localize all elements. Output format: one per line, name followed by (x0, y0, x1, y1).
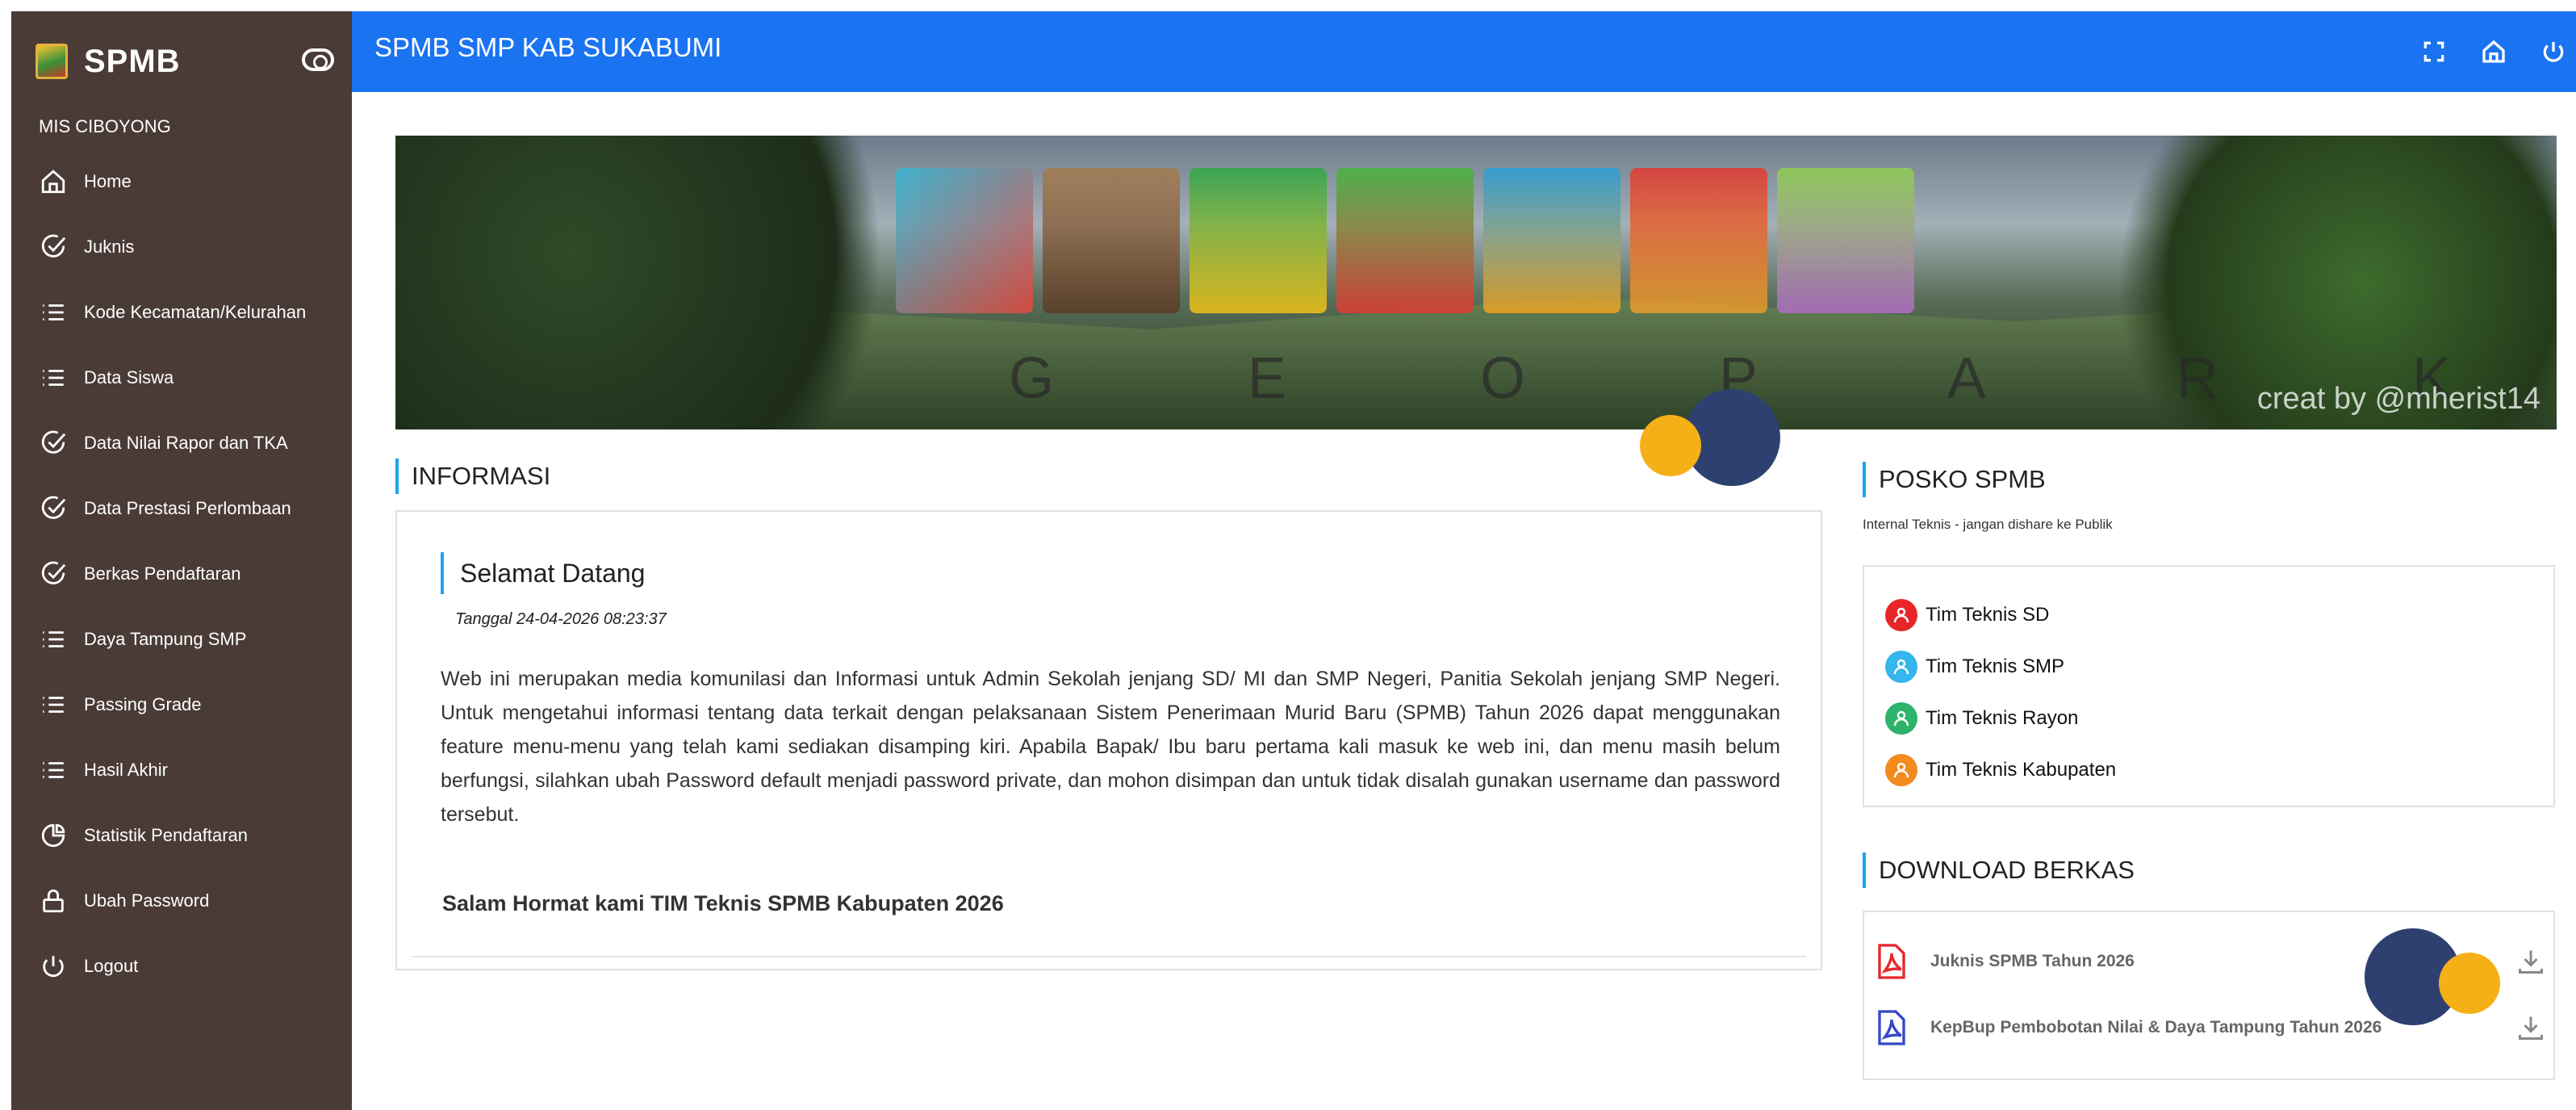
sidebar-item-label: Data Nilai Rapor dan TKA (84, 432, 288, 453)
list-icon (39, 756, 68, 785)
user-icon (1885, 702, 1917, 735)
sidebar-item-label: Ubah Password (84, 890, 210, 911)
ciletuh-logo-letters (896, 168, 1914, 313)
sidebar-item-ubah-password[interactable]: Ubah Password (11, 868, 352, 933)
home-icon[interactable] (2479, 37, 2508, 66)
sidebar-item-label: Hasil Akhir (84, 759, 168, 780)
pdf-file-icon (1876, 1010, 1908, 1045)
download-icon[interactable] (2516, 1013, 2545, 1042)
sidebar-item-label: Kode Kecamatan/Kelurahan (84, 301, 307, 322)
page-title: SPMB SMP KAB SUKABUMI (374, 32, 722, 62)
sidebar-item-label: Passing Grade (84, 693, 202, 714)
posko-subtitle: Internal Teknis - jangan dishare ke Publ… (1863, 517, 2113, 532)
sidebar-item-label: Berkas Pendaftaran (84, 563, 241, 584)
team-item-smp[interactable]: Tim Teknis SMP (1885, 641, 2116, 693)
user-icon (1885, 651, 1917, 683)
card-signature: Salam Hormat kami TIM Teknis SPMB Kabupa… (442, 891, 1004, 915)
sidebar-item-logout[interactable]: Logout (11, 933, 352, 999)
team-item-sd[interactable]: Tim Teknis SD (1885, 589, 2116, 641)
user-icon (1885, 754, 1917, 786)
sidebar-item-label: Data Prestasi Perlombaan (84, 497, 291, 518)
divider (412, 956, 1806, 957)
sidebar-item-daya-tampung[interactable]: Daya Tampung SMP (11, 606, 352, 672)
informasi-heading: INFORMASI (395, 459, 550, 494)
topbar-actions (2419, 37, 2568, 66)
sidebar-item-data-prestasi[interactable]: Data Prestasi Perlombaan (11, 475, 352, 541)
download-label: Juknis SPMB Tahun 2026 (1930, 952, 2135, 970)
list-icon (39, 690, 68, 719)
fullscreen-icon[interactable] (2419, 37, 2448, 66)
download-heading: DOWNLOAD BERKAS (1863, 852, 2135, 888)
brand: SPMB (36, 32, 334, 90)
school-name: MIS CIBOYONG (39, 116, 171, 136)
pie-chart-icon (39, 821, 68, 850)
check-circle-icon (39, 232, 68, 262)
decorative-yellow-circle (2439, 953, 2500, 1014)
sidebar-item-label: Juknis (84, 236, 135, 257)
team-label: Tim Teknis SMP (1926, 656, 2065, 677)
sidebar-item-label: Home (84, 170, 132, 191)
sidebar-item-label: Logout (84, 955, 139, 976)
info-card: Selamat Datang Tanggal 24-04-2026 08:23:… (395, 510, 1822, 970)
sidebar-item-home[interactable]: Home (11, 149, 352, 214)
sidebar-item-hasil-akhir[interactable]: Hasil Akhir (11, 737, 352, 802)
decorative-yellow-circle (1640, 415, 1701, 476)
sidebar-item-label: Daya Tampung SMP (84, 628, 247, 649)
sidebar-menu: Home Juknis Kode Kecamatan/Kelurahan Dat… (11, 149, 352, 999)
team-label: Tim Teknis SD (1926, 604, 2050, 626)
banner-credit: creat by @mherist14 (2256, 382, 2540, 416)
team-label: Tim Teknis Kabupaten (1926, 759, 2117, 781)
list-icon (39, 298, 68, 327)
team-label: Tim Teknis Rayon (1926, 707, 2079, 729)
download-label: KepBup Pembobotan Nilai & Daya Tampung T… (1930, 1018, 2382, 1037)
sidebar-item-passing-grade[interactable]: Passing Grade (11, 672, 352, 737)
home-icon (39, 167, 68, 196)
power-icon[interactable] (2539, 37, 2568, 66)
team-list: Tim Teknis SD Tim Teknis SMP Tim Teknis … (1885, 589, 2116, 796)
lock-icon (39, 886, 68, 915)
list-icon (39, 363, 68, 392)
card-date: Tanggal 24-04-2026 08:23:37 (455, 610, 667, 628)
list-icon (39, 625, 68, 654)
user-icon (1885, 599, 1917, 631)
sidebar-item-data-siswa[interactable]: Data Siswa (11, 345, 352, 410)
sidebar-item-berkas[interactable]: Berkas Pendaftaran (11, 541, 352, 606)
sidebar-toggle-icon[interactable] (302, 48, 334, 71)
geopark-banner: G E O P A R K creat by @mherist14 (395, 136, 2557, 429)
sidebar: SPMB MIS CIBOYONG Home Juknis Kode Kecam… (11, 11, 352, 1110)
posko-heading: POSKO SPMB (1863, 462, 2046, 497)
sidebar-item-statistik[interactable]: Statistik Pendaftaran (11, 802, 352, 868)
sidebar-item-data-nilai[interactable]: Data Nilai Rapor dan TKA (11, 410, 352, 475)
check-circle-icon (39, 494, 68, 523)
card-title: Selamat Datang (441, 552, 645, 594)
sidebar-item-juknis[interactable]: Juknis (11, 214, 352, 279)
topbar: SPMB SMP KAB SUKABUMI (352, 11, 2576, 92)
sukabumi-logo-icon (36, 44, 68, 79)
sidebar-item-kode-kecamatan[interactable]: Kode Kecamatan/Kelurahan (11, 279, 352, 345)
sidebar-item-label: Data Siswa (84, 367, 174, 387)
check-circle-icon (39, 429, 68, 458)
brand-name: SPMB (84, 43, 181, 79)
team-item-kabupaten[interactable]: Tim Teknis Kabupaten (1885, 744, 2116, 796)
pdf-file-icon (1876, 944, 1908, 979)
card-body: Web ini merupakan media komunilasi dan I… (441, 668, 1780, 826)
power-icon (39, 952, 68, 981)
check-circle-icon (39, 559, 68, 589)
sidebar-item-label: Statistik Pendaftaran (84, 824, 249, 845)
download-icon[interactable] (2516, 947, 2545, 976)
team-item-rayon[interactable]: Tim Teknis Rayon (1885, 693, 2116, 744)
